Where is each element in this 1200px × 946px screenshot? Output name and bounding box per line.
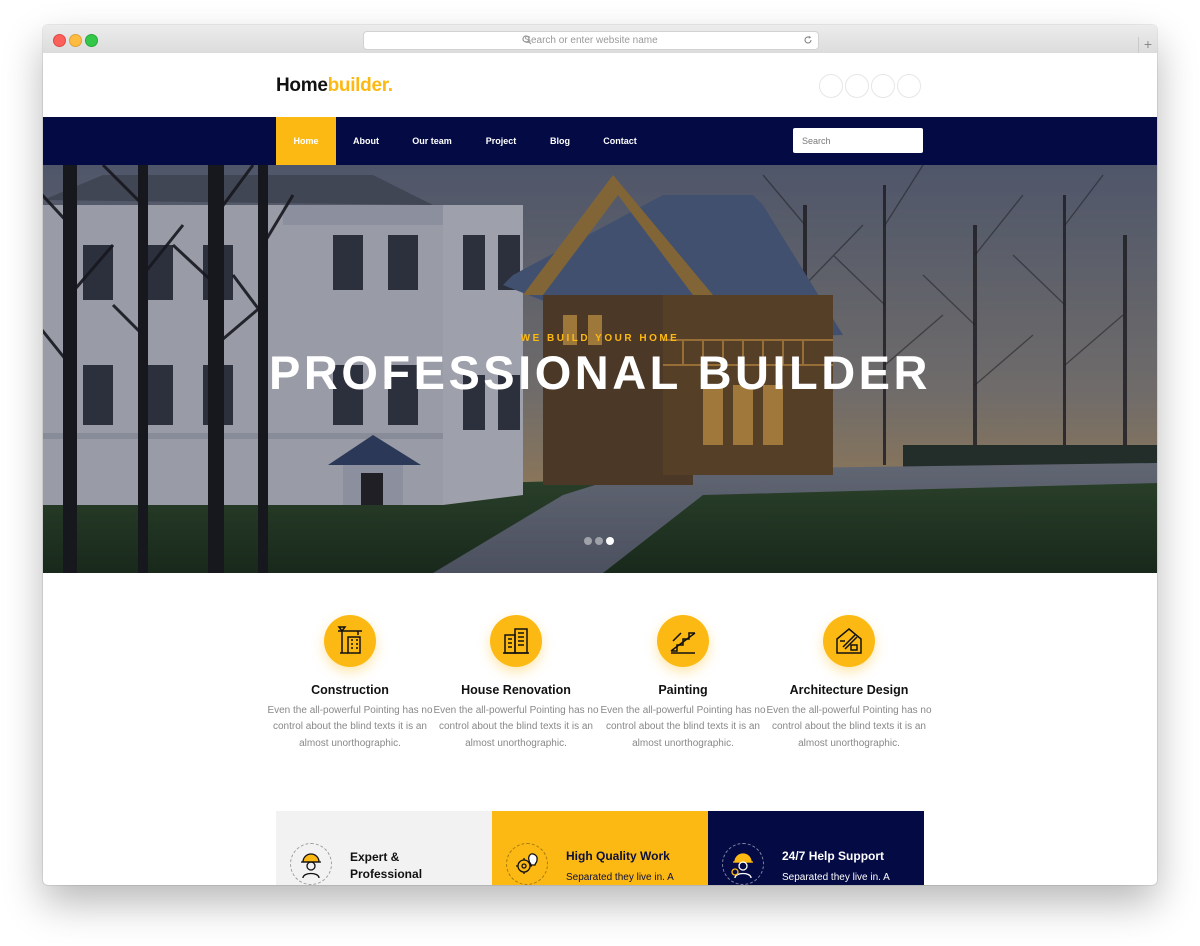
service-description: Even the all-powerful Pointing has no co… bbox=[267, 705, 433, 749]
social-icon-3[interactable] bbox=[871, 74, 895, 98]
hero-headline: PROFESSIONAL BUILDER bbox=[269, 346, 931, 399]
browser-toolbar: Search or enter website name + bbox=[43, 25, 1157, 54]
site-logo[interactable]: Homebuilder. bbox=[276, 75, 393, 97]
new-tab-button[interactable]: + bbox=[1138, 37, 1157, 53]
service-title: Architecture Design bbox=[789, 683, 909, 697]
search-input[interactable] bbox=[793, 128, 923, 153]
feature-support: 24/7 Help Support Separated they live in… bbox=[708, 811, 924, 885]
social-icon-4[interactable] bbox=[897, 74, 921, 98]
service-title: Construction bbox=[311, 683, 389, 697]
blueprint-icon bbox=[823, 615, 875, 667]
feature-expert: Expert & Professional bbox=[276, 811, 492, 885]
nav-about[interactable]: About bbox=[346, 117, 386, 165]
hero-slider: WE BUILD YOUR HOME PROFESSIONAL BUILDER bbox=[43, 165, 1157, 573]
social-links bbox=[819, 74, 921, 98]
feature-title: High Quality Work bbox=[566, 849, 670, 863]
slider-dot-1[interactable] bbox=[584, 537, 592, 545]
main-nav: Home About Our team Project Blog Contact bbox=[43, 117, 1157, 165]
zoom-window-button[interactable] bbox=[85, 34, 98, 47]
social-icon-2[interactable] bbox=[845, 74, 869, 98]
logo-part-home: Home bbox=[276, 75, 328, 96]
nav-contact[interactable]: Contact bbox=[597, 117, 643, 165]
feature-quality: High Quality Work Separated they live in… bbox=[492, 811, 708, 885]
nav-our-team[interactable]: Our team bbox=[405, 117, 459, 165]
buildings-icon bbox=[490, 615, 542, 667]
service-description: Even the all-powerful Pointing has no co… bbox=[600, 705, 766, 749]
search-icon bbox=[522, 35, 532, 45]
feature-title: 24/7 Help Support bbox=[782, 849, 885, 863]
nav-project[interactable]: Project bbox=[479, 117, 523, 165]
nav-home[interactable]: Home bbox=[276, 117, 336, 165]
slider-dot-3[interactable] bbox=[606, 537, 614, 545]
slider-dots bbox=[584, 537, 614, 545]
worker-helmet-icon bbox=[290, 843, 332, 885]
service-description: Even the all-powerful Pointing has no co… bbox=[766, 705, 932, 749]
feature-description: Separated they live in. A bbox=[782, 872, 890, 883]
close-window-button[interactable] bbox=[53, 34, 66, 47]
minimize-window-button[interactable] bbox=[69, 34, 82, 47]
social-icon-1[interactable] bbox=[819, 74, 843, 98]
stairs-icon bbox=[657, 615, 709, 667]
features-strip: Expert & Professional High Quality Work … bbox=[276, 811, 924, 885]
hero-eyebrow: WE BUILD YOUR HOME bbox=[520, 333, 680, 344]
feature-title: Expert & Professional bbox=[350, 850, 423, 881]
feature-description: Separated they live in. A bbox=[566, 872, 674, 883]
service-description: Even the all-powerful Pointing has no co… bbox=[433, 705, 599, 749]
browser-window: Search or enter website name + Homebuild… bbox=[43, 25, 1157, 885]
site-header: Homebuilder. bbox=[43, 53, 1157, 117]
logo-part-builder: builder. bbox=[327, 75, 393, 96]
address-bar[interactable]: Search or enter website name bbox=[363, 31, 819, 50]
gear-bulb-icon bbox=[506, 843, 548, 885]
slider-dot-2[interactable] bbox=[595, 537, 603, 545]
address-bar-placeholder: Search or enter website name bbox=[524, 35, 658, 46]
reload-icon[interactable] bbox=[803, 35, 813, 45]
crane-building-icon bbox=[324, 615, 376, 667]
services-section: Construction Even the all-powerful Point… bbox=[43, 573, 1157, 811]
support-worker-icon bbox=[722, 843, 764, 885]
nav-blog[interactable]: Blog bbox=[543, 117, 577, 165]
service-title: Painting bbox=[658, 683, 708, 697]
service-title: House Renovation bbox=[461, 683, 571, 697]
